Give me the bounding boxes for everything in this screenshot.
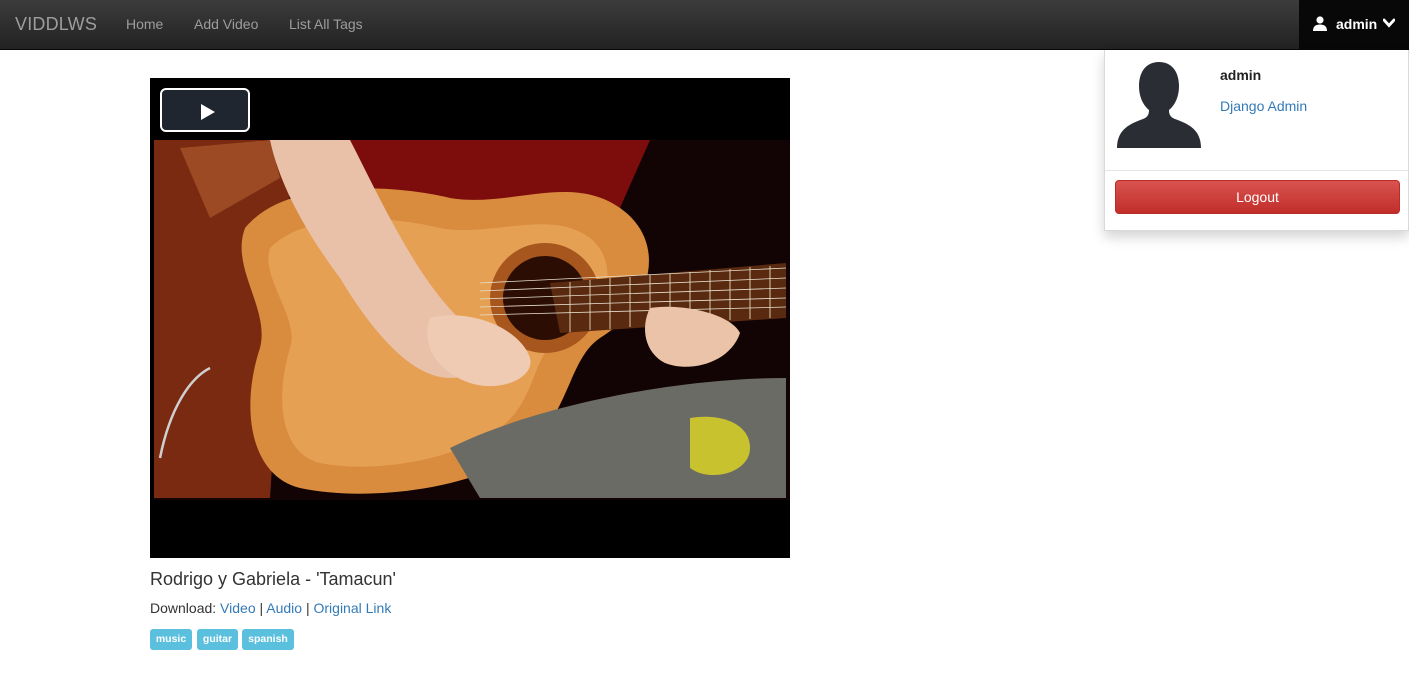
user-icon xyxy=(1313,16,1327,31)
top-navbar: VIDDLWS Home Add Video List All Tags adm… xyxy=(0,0,1409,50)
tag-guitar[interactable]: guitar xyxy=(197,629,238,650)
tag-spanish[interactable]: spanish xyxy=(242,629,294,650)
chevron-down-icon xyxy=(1383,18,1395,28)
video-player[interactable] xyxy=(150,78,790,558)
link-separator: | xyxy=(259,600,264,616)
user-dropdown-menu: admin Django Admin Logout xyxy=(1104,50,1409,231)
nav-list-all-tags[interactable]: List All Tags xyxy=(289,16,363,32)
avatar-silhouette-icon xyxy=(1117,62,1201,148)
video-title: Rodrigo y Gabriela - 'Tamacun' xyxy=(150,569,396,589)
brand-logo[interactable]: VIDDLWS xyxy=(15,14,97,35)
logout-button[interactable]: Logout xyxy=(1115,180,1400,214)
django-admin-link[interactable]: Django Admin xyxy=(1220,98,1307,114)
user-menu-label: admin xyxy=(1336,16,1378,32)
tag-music[interactable]: music xyxy=(150,629,192,650)
play-icon xyxy=(201,104,215,120)
user-menu-toggle[interactable]: admin xyxy=(1299,0,1409,50)
link-separator: | xyxy=(305,600,310,616)
nav-add-video[interactable]: Add Video xyxy=(194,16,258,32)
play-button[interactable] xyxy=(160,88,250,132)
nav-home[interactable]: Home xyxy=(126,16,163,32)
download-label: Download: xyxy=(150,600,217,616)
dropdown-divider xyxy=(1105,170,1409,171)
download-links: Download: Video | Audio | Original Link xyxy=(150,600,391,616)
download-video-link[interactable]: Video xyxy=(220,600,256,616)
original-link[interactable]: Original Link xyxy=(314,600,392,616)
video-thumbnail xyxy=(150,78,790,558)
download-audio-link[interactable]: Audio xyxy=(266,600,302,616)
dropdown-username: admin xyxy=(1220,67,1262,83)
